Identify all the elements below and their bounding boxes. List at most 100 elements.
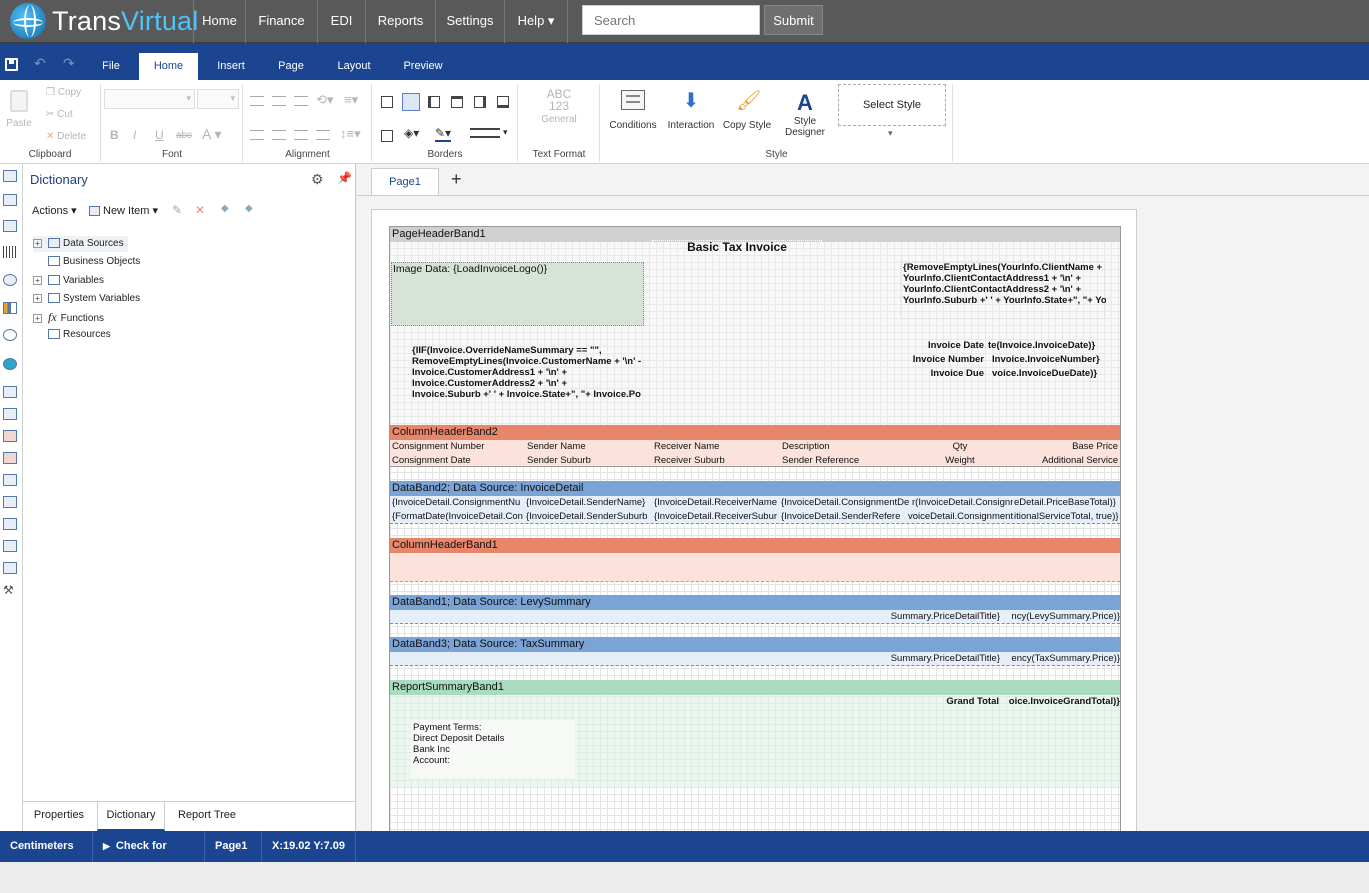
invoice-due-label[interactable]: Invoice Due: [872, 368, 984, 379]
submit-button[interactable]: Submit: [764, 5, 823, 35]
align-left-icon[interactable]: [250, 130, 264, 140]
detail-consignment-number[interactable]: {InvoiceDetail.ConsignmentNu: [392, 497, 525, 508]
bold-icon[interactable]: B: [110, 128, 119, 142]
detail-receiver-suburb[interactable]: {InvoiceDetail.ReceiverSubur: [654, 511, 780, 522]
col-receiver-name[interactable]: Receiver Name: [654, 441, 779, 452]
tab-report-tree[interactable]: Report Tree: [171, 802, 243, 831]
tab-layout[interactable]: Layout: [326, 53, 382, 80]
select-style-dropdown[interactable]: Select Style: [838, 84, 946, 126]
tree-item-business-objects[interactable]: Business Objects: [48, 254, 140, 270]
gear-icon[interactable]: ⚙: [311, 171, 324, 188]
text-format-button[interactable]: ABC 123: [537, 88, 581, 112]
grand-total-label[interactable]: Grand Total: [887, 696, 999, 707]
align-middle-icon[interactable]: [272, 96, 286, 106]
page-header-band-icon[interactable]: [3, 194, 17, 206]
invoice-logo-image[interactable]: Image Data: {LoadInvoiceLogo()}: [391, 262, 644, 326]
align-bottom-icon[interactable]: [294, 96, 308, 106]
style-designer-button[interactable]: A Style Designer: [777, 90, 833, 138]
gauge-icon[interactable]: [3, 329, 17, 341]
invoice-date-value[interactable]: te(Invoice.InvoiceDate)}: [988, 340, 1103, 351]
panel-icon[interactable]: [3, 518, 17, 530]
nav-home[interactable]: Home: [193, 0, 245, 43]
image-icon[interactable]: [3, 562, 17, 574]
barcode-icon[interactable]: [3, 246, 17, 258]
tab-page1[interactable]: Page1: [371, 168, 439, 196]
col-additional-service[interactable]: Additional Service: [1016, 455, 1118, 466]
undo-icon[interactable]: ↶: [34, 55, 46, 72]
tab-home[interactable]: Home: [139, 53, 198, 80]
nav-help[interactable]: Help ▾: [504, 0, 568, 43]
invoice-number-label[interactable]: Invoice Number: [872, 354, 984, 365]
col-consignment-date[interactable]: Consignment Date: [392, 455, 522, 466]
chart-icon[interactable]: [3, 302, 17, 314]
col-receiver-suburb[interactable]: Receiver Suburb: [654, 455, 779, 466]
move-up-icon[interactable]: ◆: [221, 203, 229, 214]
delete-item-icon[interactable]: ✕: [195, 203, 205, 217]
transvirtual-logo[interactable]: TransVirtual: [10, 3, 198, 39]
border-none-icon[interactable]: [402, 93, 420, 111]
detail-sender-suburb[interactable]: {InvoiceDetail.SenderSuburb: [526, 511, 652, 522]
border-color-icon[interactable]: ✎▾: [435, 126, 452, 142]
tab-insert[interactable]: Insert: [206, 53, 256, 80]
actions-dropdown[interactable]: Actions ▾: [32, 204, 77, 217]
expand-icon[interactable]: +: [33, 313, 42, 323]
cut-button[interactable]: ✂ Cut: [46, 109, 73, 120]
align-top-icon[interactable]: [250, 96, 264, 106]
column-header-band2[interactable]: ColumnHeaderBand2: [390, 425, 1120, 440]
border-style-icon[interactable]: [470, 128, 500, 138]
expand-icon[interactable]: +: [33, 238, 42, 248]
detail-consignment-date[interactable]: {FormatDate(InvoiceDetail.Con: [392, 511, 525, 522]
levy-price[interactable]: ncy(LevySummary.Price)}: [1005, 611, 1120, 622]
redo-icon[interactable]: ↷: [63, 55, 75, 72]
tools-icon[interactable]: ⚒: [3, 584, 17, 596]
invoice-date-label[interactable]: Invoice Date: [872, 340, 984, 351]
tab-file[interactable]: File: [90, 53, 132, 80]
border-left-icon[interactable]: [428, 96, 440, 108]
rotate-icon[interactable]: ⟲▾: [316, 92, 333, 108]
col-sender-reference[interactable]: Sender Reference: [782, 455, 907, 466]
pin-icon[interactable]: 📌: [337, 171, 352, 185]
format-icon[interactable]: ≡▾: [344, 92, 358, 108]
nav-reports[interactable]: Reports: [365, 0, 435, 43]
line-spacing-icon[interactable]: ↕≡▾: [340, 126, 361, 142]
copy-button[interactable]: ❐ Copy: [46, 87, 81, 98]
text-in-cells-icon[interactable]: [3, 430, 17, 442]
customer-info-box[interactable]: {IIF(Invoice.OverrideNameSummary == "", …: [410, 345, 645, 405]
font-size-select[interactable]: ▾: [197, 89, 239, 109]
tax-price[interactable]: ency(TaxSummary.Price)}: [1005, 653, 1120, 664]
grand-total-value[interactable]: oice.InvoiceGrandTotal)}: [1005, 696, 1120, 707]
detail-sender-name[interactable]: {InvoiceDetail.SenderName}: [526, 497, 652, 508]
save-icon[interactable]: [5, 58, 18, 71]
col-sender-name[interactable]: Sender Name: [527, 441, 652, 452]
tax-price-title[interactable]: Summary.PriceDetailTitle}: [887, 653, 1000, 664]
new-item-button[interactable]: New Item ▾: [89, 204, 158, 217]
fill-color-icon[interactable]: ◈▾: [404, 126, 419, 140]
invoice-number-value[interactable]: Invoice.InvoiceNumber}: [992, 354, 1103, 365]
col-weight[interactable]: Weight: [910, 455, 1010, 466]
text-component-icon[interactable]: [3, 386, 17, 398]
search-input[interactable]: [582, 5, 760, 35]
detail-additional-service[interactable]: itionalServiceTotal, true)}: [1014, 511, 1120, 522]
align-center-icon[interactable]: [272, 130, 286, 140]
shape-icon[interactable]: [3, 274, 17, 286]
align-right-icon[interactable]: [294, 130, 308, 140]
units-dropdown[interactable]: Centimeters ▴: [0, 831, 93, 883]
expand-icon[interactable]: +: [33, 275, 42, 285]
delete-button[interactable]: ✕ Delete: [46, 131, 86, 142]
invoice-due-value[interactable]: voice.InvoiceDueDate)}: [992, 368, 1103, 379]
tree-item-variables[interactable]: + Variables: [33, 273, 104, 289]
edit-icon[interactable]: ✎: [172, 203, 182, 217]
align-justify-icon[interactable]: [316, 130, 330, 140]
border-outline-icon[interactable]: [381, 130, 393, 142]
border-all-icon[interactable]: [381, 96, 393, 108]
check-issues-button[interactable]: ▶Check for Issues: [93, 831, 205, 883]
report-canvas[interactable]: PageHeaderBand1 Basic Tax Invoice Image …: [389, 226, 1121, 836]
add-page-icon[interactable]: +: [451, 169, 462, 190]
system-text-icon[interactable]: [3, 452, 17, 464]
detail-consignment-qty[interactable]: r(InvoiceDetail.Consignm: [912, 497, 1013, 508]
conditions-button[interactable]: Conditions: [605, 90, 661, 131]
border-style-dropdown[interactable]: ▾: [503, 127, 508, 138]
nav-settings[interactable]: Settings: [435, 0, 504, 43]
invoice-title[interactable]: Basic Tax Invoice: [652, 240, 822, 254]
table-icon[interactable]: [3, 540, 17, 552]
